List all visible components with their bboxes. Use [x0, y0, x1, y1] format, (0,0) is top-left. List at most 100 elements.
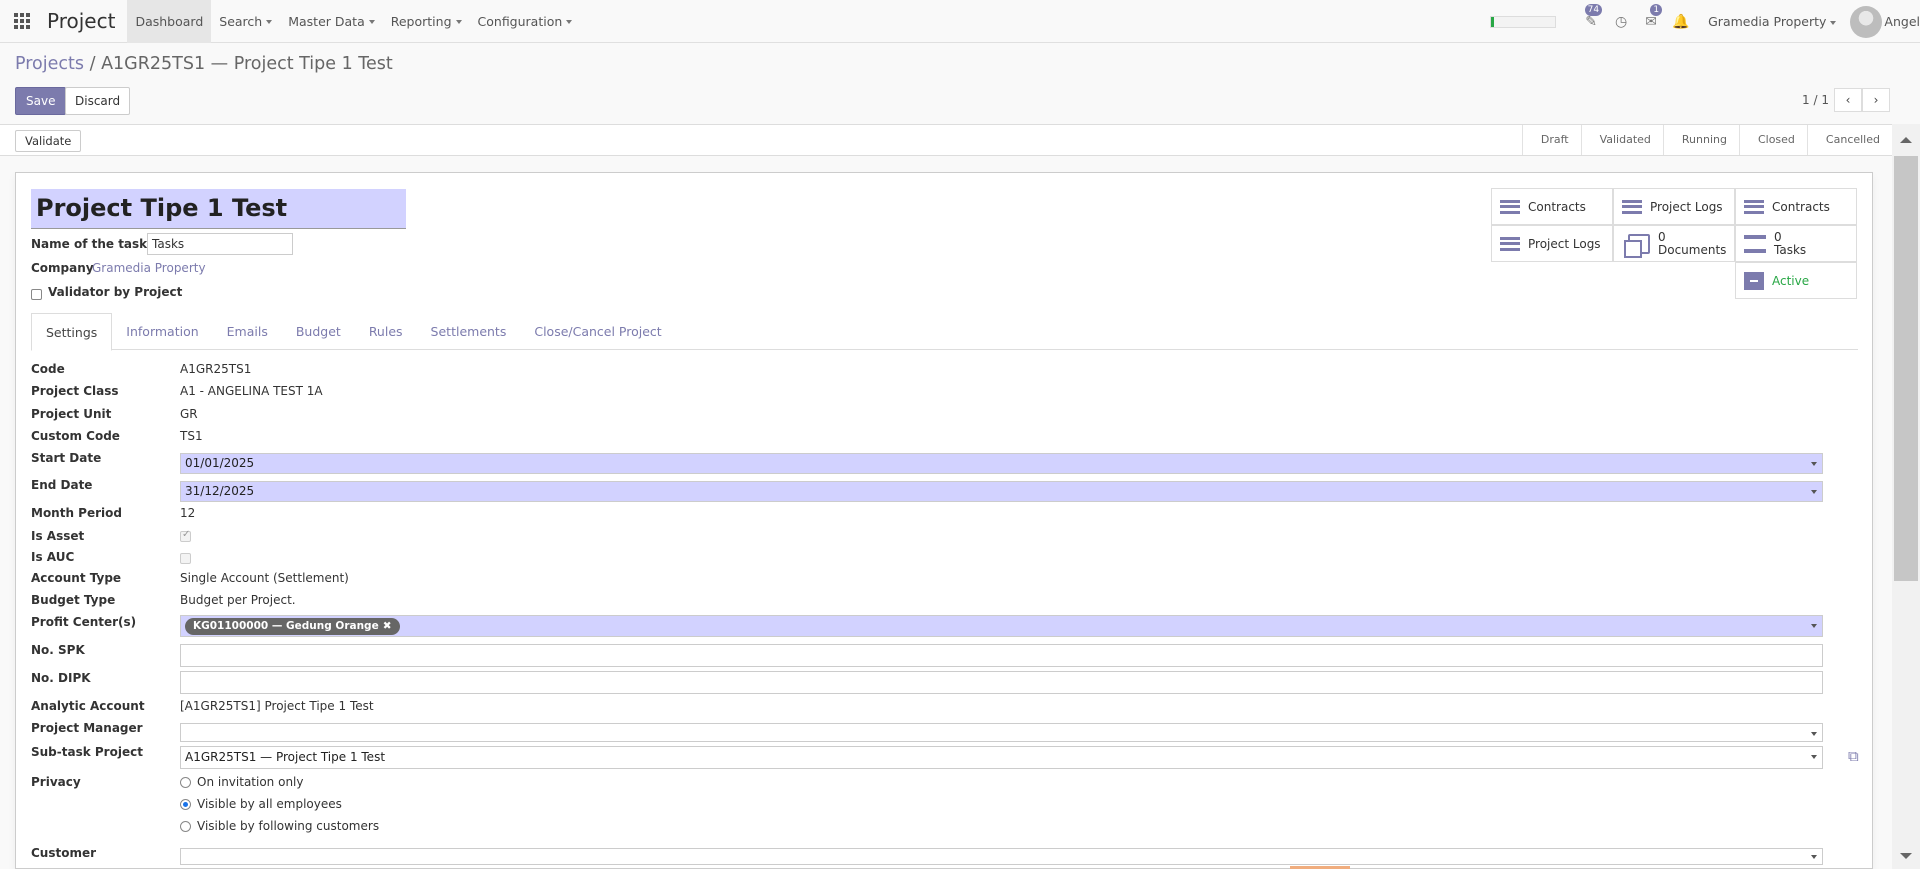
chevron-down-icon [1811, 755, 1817, 759]
external-link-icon[interactable]: ⧉ [1848, 747, 1866, 765]
project-class-link[interactable]: A1 - ANGELINA TEST 1A [180, 384, 323, 398]
stage-cancelled[interactable]: Cancelled [1806, 125, 1892, 155]
project-name-input[interactable]: Project Tipe 1 Test [31, 189, 406, 229]
tab-budget[interactable]: Budget [282, 313, 355, 350]
activity-icon[interactable]: ✎ 74 [1576, 0, 1606, 43]
avatar[interactable] [1850, 5, 1883, 38]
list-icon [1500, 236, 1520, 251]
breadcrumb-projects-link[interactable]: Projects [15, 54, 84, 74]
chevron-down-icon [368, 20, 375, 24]
scroll-thumb[interactable] [1894, 156, 1918, 581]
is-asset-label: Is Asset [31, 529, 85, 543]
scroll-down-icon[interactable] [1900, 853, 1912, 859]
top-navbar: Project Dashboard Search Master Data Rep… [0, 0, 1920, 43]
analytic-account-label: Analytic Account [31, 699, 145, 713]
subtask-project-select[interactable]: A1GR25TS1 — Project Tipe 1 Test [180, 746, 1823, 769]
tab-emails[interactable]: Emails [213, 313, 282, 350]
form-sheet: Project Tipe 1 Test Name of the tasks : … [15, 172, 1873, 869]
analytic-account-link[interactable]: [A1GR25TS1] Project Tipe 1 Test [180, 699, 374, 713]
breadcrumb: Projects / A1GR25TS1 — Project Tipe 1 Te… [15, 54, 393, 74]
profit-center-input[interactable]: KG01100000 — Gedung Orange ✖ [180, 615, 1823, 637]
menu-configuration-label: Configuration [477, 13, 563, 29]
stage-pipeline: Draft Validated Running Closed Cancelled [1521, 125, 1892, 155]
menu-master-data[interactable]: Master Data [280, 0, 383, 43]
project-logs-button-2[interactable]: Project Logs [1491, 225, 1613, 262]
start-date-input[interactable]: 01/01/2025 [180, 453, 1823, 474]
no-spk-input[interactable] [180, 644, 1823, 667]
end-date-input[interactable]: 31/12/2025 [180, 481, 1823, 502]
app-name: Project [47, 9, 116, 33]
active-label: Active [1772, 273, 1810, 288]
privacy-option-customers: Visible by following customers [197, 819, 380, 833]
code-value: A1GR25TS1 [180, 362, 252, 376]
privacy-radio-invitation[interactable] [180, 777, 191, 788]
scrollbar[interactable] [1892, 124, 1920, 869]
menu-reporting[interactable]: Reporting [383, 0, 470, 43]
stage-closed[interactable]: Closed [1738, 125, 1807, 155]
active-toggle-button[interactable]: Active [1735, 262, 1857, 299]
no-spk-label: No. SPK [31, 643, 85, 657]
menu-dashboard[interactable]: Dashboard [127, 0, 212, 43]
company-switcher[interactable]: Gramedia Property [1696, 14, 1850, 29]
tab-information[interactable]: Information [112, 313, 212, 350]
project-unit-link[interactable]: GR [180, 407, 198, 421]
user-name[interactable]: Angel [1884, 14, 1920, 29]
company-link[interactable]: Gramedia Property [92, 261, 206, 275]
customer-select[interactable] [180, 848, 1823, 865]
project-logs-label: Project Logs [1650, 199, 1723, 214]
notebook-tabs: Settings Information Emails Budget Rules… [31, 313, 1858, 351]
account-type-value: Single Account (Settlement) [180, 571, 349, 585]
project-logs-button[interactable]: Project Logs [1613, 188, 1735, 225]
tab-rules[interactable]: Rules [355, 313, 417, 350]
tasks-button[interactable]: 0 Tasks [1735, 225, 1857, 262]
tasks-name-input[interactable]: Tasks [147, 233, 293, 255]
customer-label: Customer [31, 846, 97, 860]
no-dipk-label: No. DIPK [31, 671, 91, 685]
save-button[interactable]: Save [15, 87, 67, 115]
stage-draft[interactable]: Draft [1521, 125, 1581, 155]
validator-label: Validator by Project [48, 285, 183, 299]
tab-settings[interactable]: Settings [31, 313, 113, 351]
contracts-button[interactable]: Contracts [1491, 188, 1613, 225]
account-type-label: Account Type [31, 571, 122, 585]
project-manager-select[interactable] [180, 723, 1823, 742]
custom-code-label: Custom Code [31, 429, 120, 443]
tab-settlements[interactable]: Settlements [417, 313, 521, 350]
tasks-label: Tasks [1774, 242, 1807, 257]
pager-value: 1 / 1 [1802, 93, 1829, 107]
chat-badge: 1 [1650, 4, 1663, 16]
privacy-radio-customers[interactable] [180, 821, 191, 832]
menu-reporting-label: Reporting [390, 13, 452, 29]
list-icon [1500, 199, 1520, 214]
activity-badge: 74 [1584, 4, 1603, 16]
clock-icon[interactable]: ◷ [1606, 0, 1636, 43]
discard-button[interactable]: Discard [65, 87, 131, 115]
chat-icon[interactable]: ✉ 1 [1636, 0, 1666, 43]
contracts-button-2[interactable]: Contracts [1735, 188, 1857, 225]
validator-checkbox[interactable] [31, 289, 42, 300]
project-manager-label: Project Manager [31, 721, 143, 735]
scroll-up-icon[interactable] [1900, 137, 1912, 143]
apps-menu-icon[interactable] [0, 0, 43, 43]
menu-search[interactable]: Search [211, 0, 280, 43]
profit-center-label: Profit Center(s) [31, 615, 137, 629]
privacy-radio-employees[interactable] [180, 799, 191, 810]
start-date-value: 01/01/2025 [185, 456, 255, 470]
custom-code-value: TS1 [180, 429, 203, 443]
tasks-icon [1744, 234, 1766, 253]
breadcrumb-current: A1GR25TS1 — Project Tipe 1 Test [101, 54, 393, 74]
validate-button[interactable]: Validate [15, 130, 82, 152]
no-dipk-input[interactable] [180, 671, 1823, 694]
menu-configuration[interactable]: Configuration [470, 0, 581, 43]
tab-close-cancel-project[interactable]: Close/Cancel Project [520, 313, 675, 350]
stage-running[interactable]: Running [1662, 125, 1739, 155]
stage-validated[interactable]: Validated [1580, 125, 1663, 155]
profit-center-tag: KG01100000 — Gedung Orange ✖ [185, 618, 400, 635]
pager-previous-button[interactable]: ‹ [1834, 88, 1862, 112]
bell-icon[interactable]: 🔔 [1666, 0, 1696, 43]
chevron-down-icon [1811, 732, 1817, 736]
remove-tag-icon[interactable]: ✖ [383, 620, 392, 632]
pager-next-button[interactable]: › [1862, 88, 1890, 112]
documents-button[interactable]: 0 Documents [1613, 225, 1735, 262]
end-date-value: 31/12/2025 [185, 484, 255, 498]
